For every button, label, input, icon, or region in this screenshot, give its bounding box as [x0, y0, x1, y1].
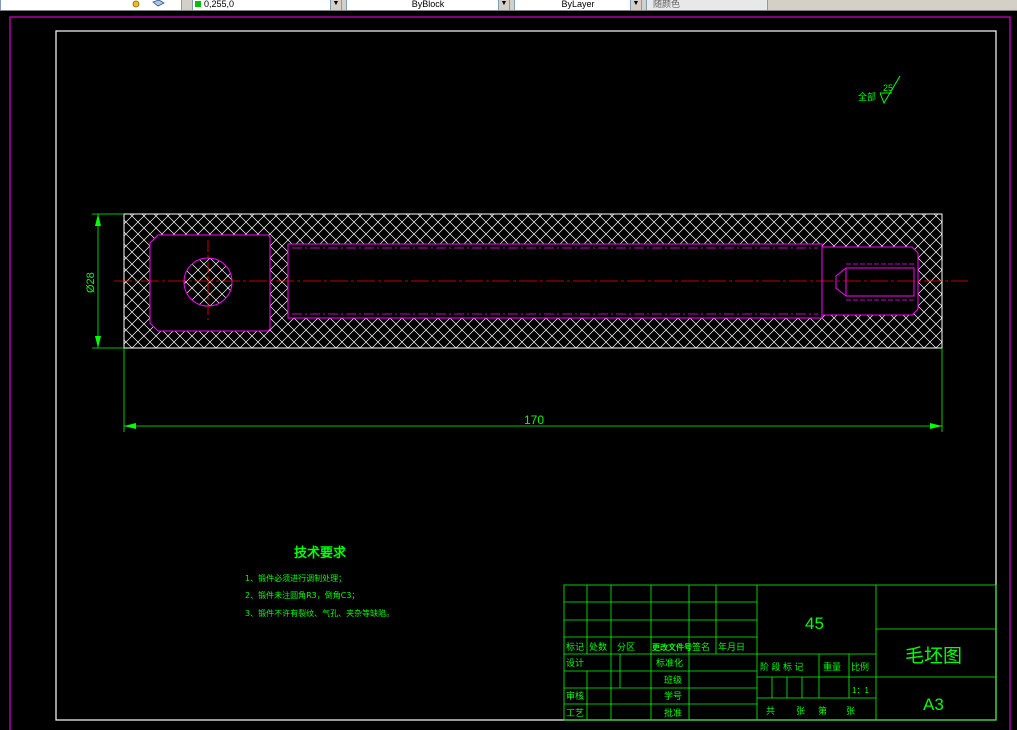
- tb-label-approve: 批准: [664, 707, 682, 718]
- drawing-canvas[interactable]: 全部 25 Ø28 170 技术要求 1、锻件必须进行调制处理； 2、锻件未注圆…: [0, 0, 1017, 730]
- tb-label-scale: 比例: [851, 661, 869, 672]
- roughness-value: 25: [883, 83, 893, 93]
- tb-label-review: 审核: [566, 690, 584, 701]
- roughness-prefix: 全部: [858, 91, 876, 103]
- tech-req-item: 1、锻件必须进行调制处理；: [245, 573, 346, 583]
- tech-req-item: 3、锻件不许有裂纹、气孔、夹杂等缺陷。: [245, 608, 394, 618]
- tb-label-count: 处数: [589, 641, 607, 652]
- tb-label-change-doc: 更改文件号: [652, 642, 692, 652]
- tb-label-zone: 分区: [617, 642, 635, 652]
- tech-req-item: 2、锻件未注圆角R3，倒角C3；: [245, 590, 359, 600]
- tb-scale-value: 1：1: [852, 686, 869, 695]
- tb-label-class: 班级: [664, 674, 682, 685]
- dim-length: 170: [123, 348, 943, 432]
- tb-label-page-no: 第: [818, 705, 827, 716]
- dim-length-text: 170: [524, 413, 544, 427]
- tech-requirements: 技术要求 1、锻件必须进行调制处理； 2、锻件未注圆角R3，倒角C3； 3、锻件…: [245, 545, 394, 618]
- tb-label-sheet: 张: [796, 706, 805, 716]
- tb-label-weight: 重量: [823, 661, 841, 672]
- tb-label-stage-mark: 阶 段 标 记: [760, 661, 804, 672]
- tb-label-total: 共: [766, 706, 775, 716]
- roughness-symbol: 全部 25: [858, 75, 901, 105]
- tb-sheet-size: A3: [923, 695, 944, 714]
- tb-material: 45: [805, 614, 824, 633]
- title-block-text: 标记 处数 分区 更改文件号 签名 年月日 设计 标准化 班级 审核 学号 工艺…: [566, 641, 869, 718]
- tb-label-standardize: 标准化: [656, 657, 683, 668]
- dim-diameter-text: Ø28: [85, 272, 97, 293]
- tech-req-title: 技术要求: [294, 545, 347, 561]
- sheet-outer-border: [9, 16, 1011, 730]
- tb-drawing-name: 毛坯图: [905, 645, 962, 667]
- tb-label-date: 年月日: [718, 641, 745, 652]
- forging-blank: [114, 213, 968, 349]
- tb-label-design: 设计: [566, 657, 584, 668]
- tb-label-process: 工艺: [566, 708, 584, 718]
- tb-label-signature: 签名: [692, 641, 710, 652]
- tb-label-mark: 标记: [566, 641, 584, 652]
- tb-label-student-no: 学号: [664, 690, 682, 701]
- drawing-frame: [55, 30, 997, 721]
- tb-label-sheet2: 张: [846, 706, 855, 716]
